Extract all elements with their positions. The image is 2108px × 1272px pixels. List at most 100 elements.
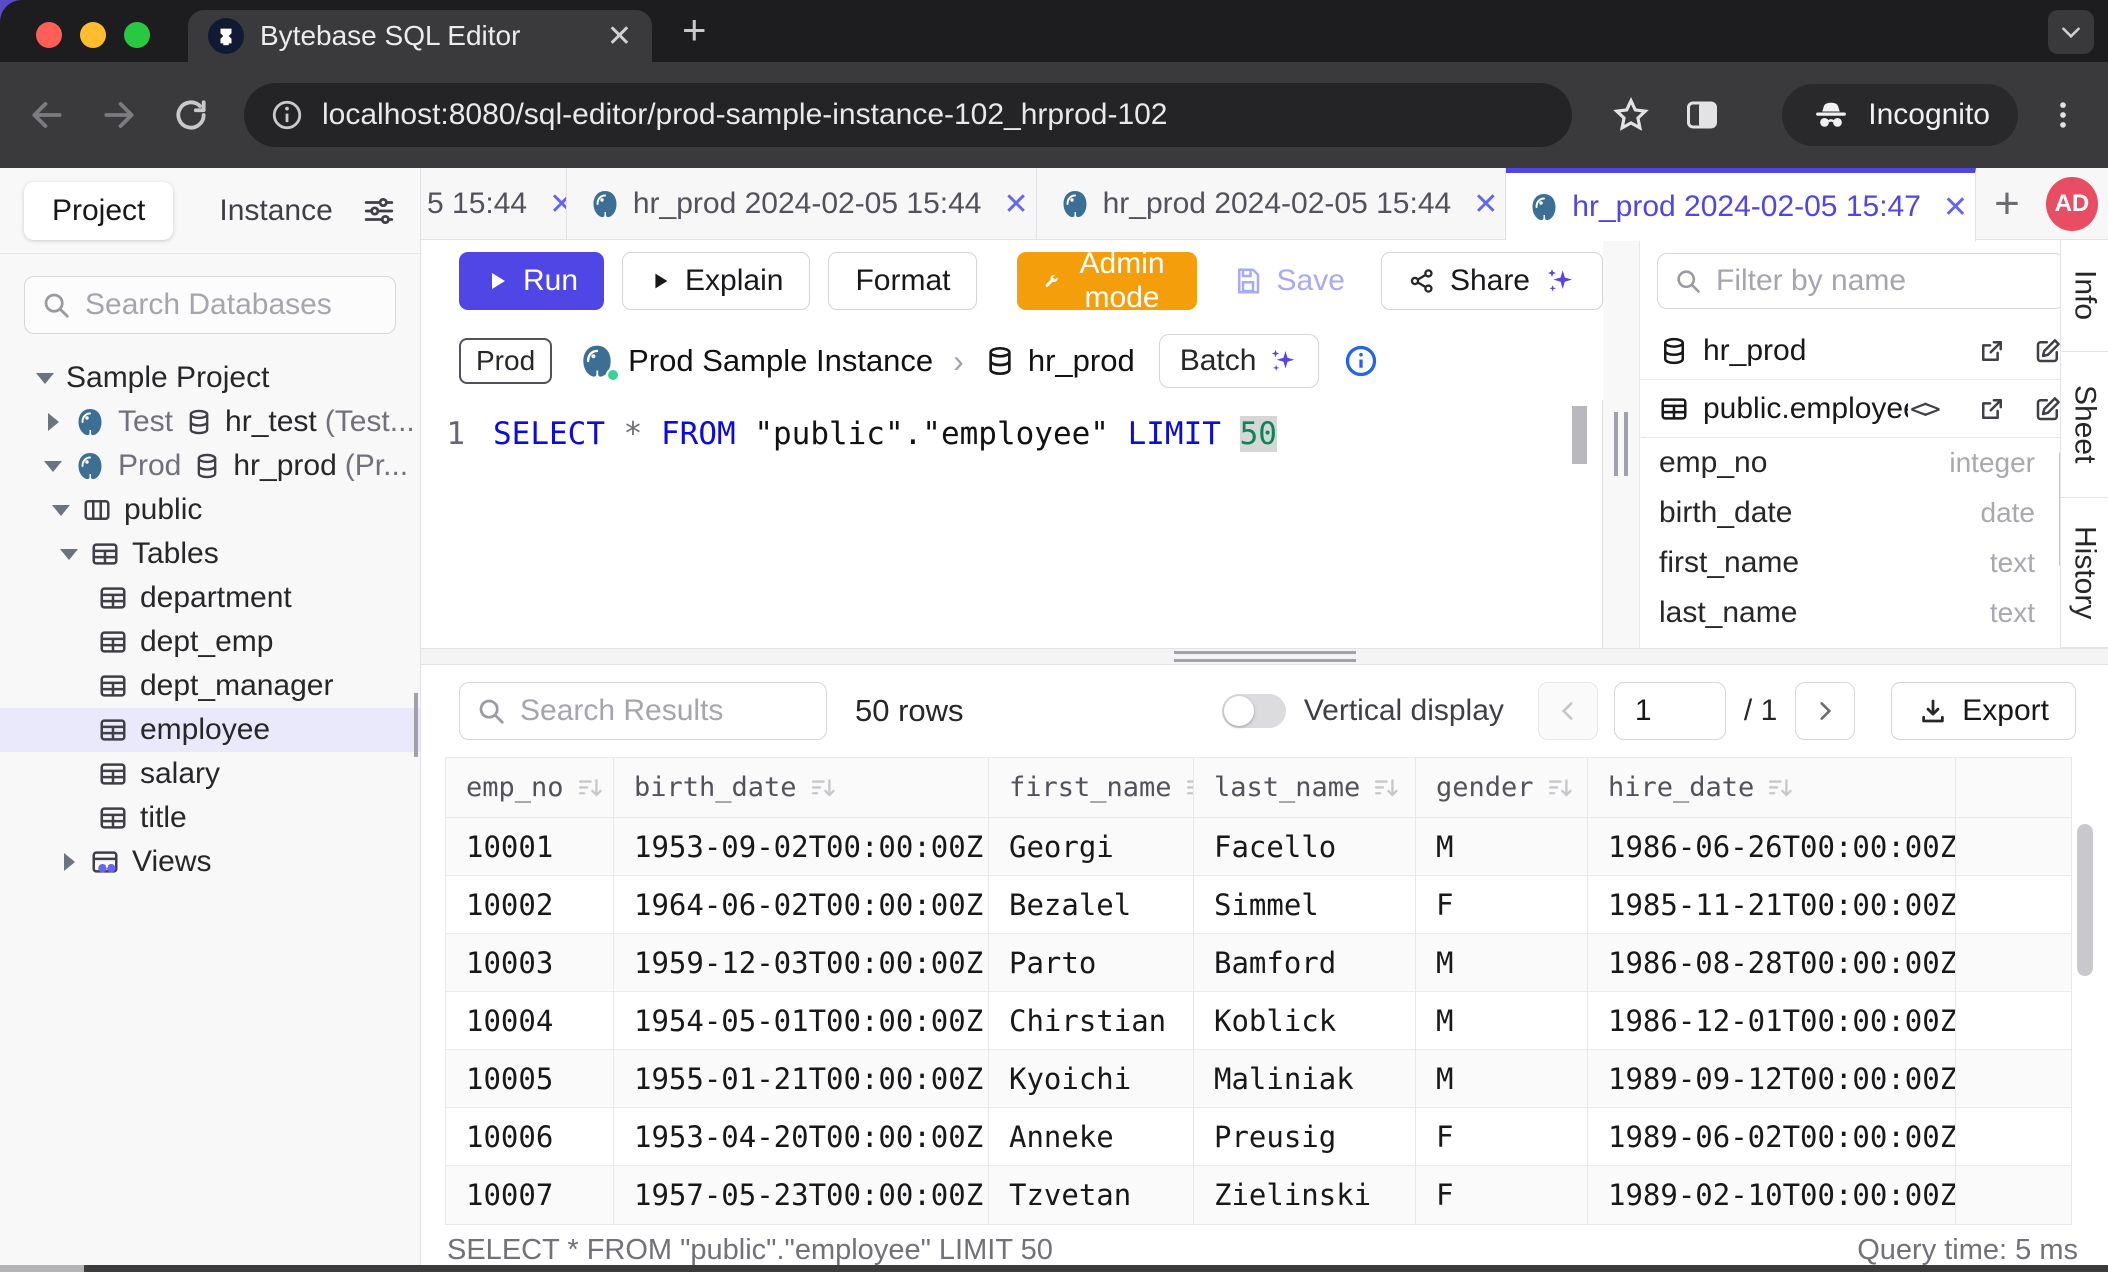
export-button[interactable]: Export — [1891, 682, 2076, 740]
table-cell[interactable]: 1986-08-28T00:00:00Z — [1588, 934, 1956, 992]
table-cell[interactable]: 1964-06-02T00:00:00Z — [614, 876, 989, 934]
tab-instance[interactable]: Instance — [191, 182, 360, 240]
rail-tab-sheet[interactable]: Sheet — [2061, 352, 2108, 498]
table-cell[interactable]: F — [1416, 876, 1588, 934]
column-header-emp-no[interactable]: emp_no — [446, 758, 614, 818]
editor-tab-3[interactable]: hr_prod 2024-02-05 15:44✕ — [1037, 168, 1507, 240]
table-cell[interactable]: F — [1416, 1166, 1588, 1224]
close-tab-icon[interactable]: ✕ — [1473, 187, 1498, 222]
table-cell[interactable]: Chirstian — [989, 992, 1194, 1050]
view-code-icon[interactable]: <> — [1910, 392, 1938, 425]
tree-item-dept-emp[interactable]: dept_emp — [0, 620, 420, 664]
table-cell[interactable]: 10006 — [446, 1108, 614, 1166]
column-header-gender[interactable]: gender — [1416, 758, 1588, 818]
column-header-birth-date[interactable]: birth_date — [614, 758, 989, 818]
tree-item-tables[interactable]: Tables — [0, 532, 420, 576]
sql-editor[interactable]: 1 SELECT * FROM "public"."employee" LIMI… — [421, 400, 1603, 648]
close-tab-icon[interactable]: ✕ — [1003, 187, 1028, 222]
side-panel-icon[interactable] — [1684, 97, 1720, 133]
database-name[interactable]: hr_prod — [1028, 343, 1135, 379]
share-button[interactable]: Share — [1381, 252, 1603, 310]
sort-icon[interactable] — [809, 774, 837, 802]
zoom-window-button[interactable] — [124, 22, 150, 48]
close-tab-icon[interactable]: ✕ — [549, 187, 567, 222]
table-cell[interactable]: Koblick — [1194, 992, 1416, 1050]
table-cell[interactable]: 1953-04-20T00:00:00Z — [614, 1108, 989, 1166]
table-cell[interactable]: 1985-11-21T00:00:00Z — [1588, 876, 1956, 934]
caret-down-icon[interactable] — [32, 461, 74, 472]
table-cell[interactable]: 10002 — [446, 876, 614, 934]
external-link-icon[interactable] — [1977, 336, 2007, 366]
tree-item-salary[interactable]: salary — [0, 752, 420, 796]
column-row-birth-date[interactable]: birth_datedate — [1641, 488, 2081, 538]
column-row-emp-no[interactable]: emp_nointeger — [1641, 438, 2081, 488]
batch-mode-button[interactable]: Batch — [1159, 334, 1320, 388]
sort-icon[interactable] — [1184, 774, 1194, 802]
browser-menu-icon[interactable] — [2046, 98, 2080, 132]
column-row-first-name[interactable]: first_nametext — [1641, 538, 2081, 588]
search-results-input[interactable]: Search Results — [459, 682, 827, 740]
filter-by-name-input[interactable]: Filter by name — [1657, 253, 2065, 309]
table-cell[interactable]: 1955-01-21T00:00:00Z — [614, 1050, 989, 1108]
rail-tab-info[interactable]: Info — [2061, 240, 2108, 352]
column-header-hire-date[interactable]: hire_date — [1588, 758, 1956, 818]
tree-item-employee[interactable]: employee — [0, 708, 420, 752]
column-row-last-name[interactable]: last_nametext — [1641, 588, 2081, 638]
caret-right-icon[interactable] — [32, 413, 74, 431]
table-cell[interactable]: 1953-09-02T00:00:00Z — [614, 818, 989, 876]
next-page-button[interactable] — [1795, 682, 1855, 740]
table-cell[interactable]: Facello — [1194, 818, 1416, 876]
close-tab-icon[interactable]: ✕ — [607, 19, 632, 54]
instance-name[interactable]: Prod Sample Instance — [628, 343, 933, 379]
table-cell[interactable]: 1989-09-12T00:00:00Z — [1588, 1050, 1956, 1108]
external-link-icon[interactable] — [1977, 394, 2007, 424]
caret-down-icon[interactable] — [48, 549, 90, 560]
tree-item-sample-project[interactable]: Sample Project — [0, 356, 420, 400]
table-cell[interactable]: 1959-12-03T00:00:00Z — [614, 934, 989, 992]
tree-item-department[interactable]: department — [0, 576, 420, 620]
table-cell[interactable]: Kyoichi — [989, 1050, 1194, 1108]
column-header-last-name[interactable]: last_name — [1194, 758, 1416, 818]
site-info-icon[interactable] — [270, 98, 304, 132]
edit-icon[interactable] — [2033, 394, 2063, 424]
table-cell[interactable]: Tzvetan — [989, 1166, 1194, 1224]
tree-item-public[interactable]: public — [0, 488, 420, 532]
prev-page-button[interactable] — [1538, 682, 1598, 740]
panel-database-row[interactable]: hr_prod — [1641, 322, 2081, 380]
admin-mode-button[interactable]: Admin mode — [1017, 252, 1196, 310]
table-cell[interactable]: 1989-02-10T00:00:00Z — [1588, 1166, 1956, 1224]
editor-tab-4[interactable]: hr_prod 2024-02-05 15:47✕ — [1506, 168, 1976, 241]
info-icon[interactable] — [1343, 343, 1379, 379]
table-cell[interactable]: 1989-06-02T00:00:00Z — [1588, 1108, 1956, 1166]
table-cell[interactable]: 10001 — [446, 818, 614, 876]
explain-button[interactable]: Explain — [622, 252, 810, 310]
browser-tab[interactable]: Bytebase SQL Editor ✕ — [188, 10, 652, 62]
table-cell[interactable]: Anneke — [989, 1108, 1194, 1166]
table-cell[interactable]: M — [1416, 992, 1588, 1050]
save-button[interactable]: Save — [1233, 264, 1345, 298]
avatar[interactable]: AD — [2046, 177, 2098, 231]
bookmark-star-icon[interactable] — [1612, 96, 1650, 134]
table-cell[interactable]: 1986-12-01T00:00:00Z — [1588, 992, 1956, 1050]
table-cell[interactable]: 1954-05-01T00:00:00Z — [614, 992, 989, 1050]
reload-icon[interactable] — [172, 96, 210, 134]
sort-icon[interactable] — [1372, 774, 1400, 802]
caret-right-icon[interactable] — [48, 853, 90, 871]
editor-tab-1[interactable]: 5 15:44✕ — [421, 168, 567, 240]
sort-icon[interactable] — [1546, 774, 1574, 802]
address-bar[interactable]: localhost:8080/sql-editor/prod-sample-in… — [244, 83, 1572, 147]
database-search-input[interactable]: Search Databases — [24, 276, 396, 334]
results-resize-handle[interactable] — [421, 648, 2108, 665]
sort-icon[interactable] — [1766, 774, 1794, 802]
table-cell[interactable]: Simmel — [1194, 876, 1416, 934]
close-window-button[interactable] — [36, 22, 62, 48]
editor-tab-2[interactable]: hr_prod 2024-02-05 15:44✕ — [567, 168, 1037, 240]
panel-table-row[interactable]: public.employee <> — [1641, 380, 2081, 438]
table-cell[interactable]: Bamford — [1194, 934, 1416, 992]
tree-item-hr-prod[interactable]: Prodhr_prod(Pr... — [0, 444, 420, 488]
table-cell[interactable]: 10005 — [446, 1050, 614, 1108]
table-cell[interactable]: 10004 — [446, 992, 614, 1050]
editor-scrollbar-thumb[interactable] — [1572, 406, 1587, 464]
table-cell[interactable]: Georgi — [989, 818, 1194, 876]
bottom-scrollbar-thumb[interactable] — [0, 1265, 84, 1272]
